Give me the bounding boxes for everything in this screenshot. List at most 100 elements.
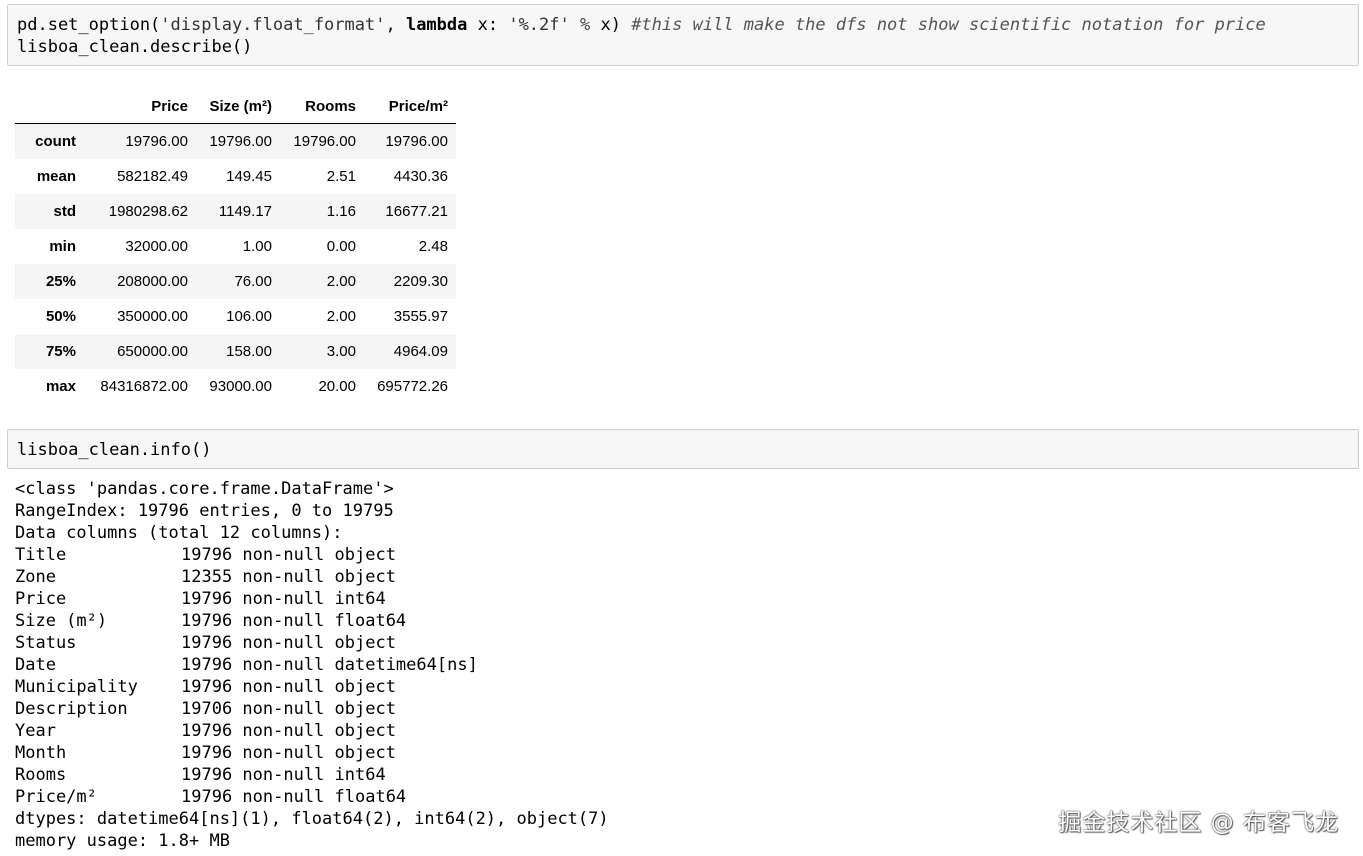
info-column-row: Zone 12355 non-null object <box>15 567 396 587</box>
table-cell: 84316872.00 <box>100 378 188 395</box>
table-cell: 208000.00 <box>117 273 188 290</box>
info-column-desc: 19706 non-null object <box>181 699 396 719</box>
info-column-row: Price/m² 19796 non-null float64 <box>15 787 406 807</box>
table-cell: 32000.00 <box>125 238 188 255</box>
info-column-desc: 19796 non-null int64 <box>181 765 386 785</box>
table-cell: 3.00 <box>326 343 356 360</box>
table-row: max 84316872.00 93000.00 20.00 695772.26 <box>15 369 456 404</box>
output-line: RangeIndex: 19796 entries, 0 to 19795 <box>15 501 394 521</box>
info-output: <class 'pandas.core.frame.DataFrame'> Ra… <box>15 478 609 852</box>
info-column-desc: 12355 non-null object <box>181 567 396 587</box>
info-column-desc: 19796 non-null int64 <box>181 589 386 609</box>
info-column-name: Description <box>15 699 128 719</box>
table-cell: 1980298.62 <box>108 203 188 220</box>
code-token: pd.set_option( <box>17 15 161 35</box>
code-keyword: lambda <box>405 15 468 35</box>
output-line: memory usage: 1.8+ MB <box>15 831 230 851</box>
info-column-name: Year <box>15 721 56 741</box>
table-header-row: Price Size (m²) Rooms Price/m² <box>15 89 456 124</box>
table-cell: 20.00 <box>318 378 356 395</box>
output-line: <class 'pandas.core.frame.DataFrame'> <box>15 479 394 499</box>
info-column-row: Title 19796 non-null object <box>15 545 396 565</box>
row-label: 50% <box>45 308 76 325</box>
table-cell: 2209.30 <box>393 273 448 290</box>
code-line: lisboa_clean.info() <box>17 440 212 460</box>
index-header <box>15 89 84 124</box>
info-column-name: Zone <box>15 567 56 587</box>
info-column-name: Size (m²) <box>15 611 108 631</box>
info-column-row: Status 19796 non-null object <box>15 633 396 653</box>
table-cell: 19796.00 <box>209 133 272 150</box>
info-column-row: Price 19796 non-null int64 <box>15 589 386 609</box>
code-line: lisboa_clean.describe() <box>17 37 253 57</box>
table-cell: 3555.97 <box>393 308 448 325</box>
table-cell: 695772.26 <box>377 378 448 395</box>
row-label: min <box>49 238 76 255</box>
table-row: count 19796.00 19796.00 19796.00 19796.0… <box>15 123 456 159</box>
table-cell: 582182.49 <box>117 168 188 185</box>
code-editor[interactable]: lisboa_clean.info() <box>8 430 1358 470</box>
table-row: 25% 208000.00 76.00 2.00 2209.30 <box>15 264 456 299</box>
code-comment: #this will make the dfs not show scienti… <box>631 15 1266 35</box>
table-cell: 93000.00 <box>209 378 272 395</box>
info-column-desc: 19796 non-null float64 <box>181 787 407 807</box>
column-header: Size (m²) <box>196 89 280 124</box>
row-label: count <box>35 133 76 150</box>
code-string: '%.2f' <box>508 15 570 35</box>
code-editor[interactable]: pd.set_option('display.float_format', la… <box>8 5 1358 67</box>
table-cell: 16677.21 <box>385 203 448 220</box>
code-token: x: <box>467 15 509 35</box>
table-row: std 1980298.62 1149.17 1.16 16677.21 <box>15 194 456 229</box>
table-row: 50% 350000.00 106.00 2.00 3555.97 <box>15 299 456 334</box>
info-column-row: Year 19796 non-null object <box>15 721 396 741</box>
table-cell: 2.48 <box>418 238 448 255</box>
code-string: 'display.float_format' <box>160 15 386 35</box>
table-cell: 2.51 <box>326 168 356 185</box>
code-cell-set-option[interactable]: pd.set_option('display.float_format', la… <box>7 4 1359 66</box>
table-row: 75% 650000.00 158.00 3.00 4964.09 <box>15 334 456 369</box>
row-label: 25% <box>45 273 76 290</box>
table-row: mean 582182.49 149.45 2.51 4430.36 <box>15 159 456 194</box>
info-column-desc: 19796 non-null object <box>181 633 396 653</box>
table-cell: 2.00 <box>326 308 356 325</box>
info-column-name: Status <box>15 633 77 653</box>
code-operator: % <box>569 15 601 35</box>
table-cell: 19796.00 <box>385 133 448 150</box>
table-cell: 1.00 <box>242 238 272 255</box>
info-column-row: Municipality 19796 non-null object <box>15 677 396 697</box>
output-line: Data columns (total 12 columns): <box>15 523 343 543</box>
info-column-name: Rooms <box>15 765 67 785</box>
row-label: 75% <box>45 343 76 360</box>
table-cell: 19796.00 <box>293 133 356 150</box>
table-cell: 0.00 <box>326 238 356 255</box>
info-column-name: Price/m² <box>15 787 97 807</box>
info-column-desc: 19796 non-null float64 <box>181 611 407 631</box>
describe-table: Price Size (m²) Rooms Price/m² count 197… <box>15 89 456 404</box>
table-cell: 158.00 <box>226 343 272 360</box>
info-column-desc: 19796 non-null object <box>181 743 396 763</box>
info-column-row: Description 19706 non-null object <box>15 699 396 719</box>
table-row: min 32000.00 1.00 0.00 2.48 <box>15 229 456 264</box>
table-cell: 2.00 <box>326 273 356 290</box>
output-line: dtypes: datetime64[ns](1), float64(2), i… <box>15 809 609 829</box>
watermark: 掘金技术社区 @ 布客飞龙 <box>1058 810 1339 836</box>
info-column-row: Size (m²) 19796 non-null float64 <box>15 611 406 631</box>
table-cell: 76.00 <box>234 273 272 290</box>
info-column-name: Title <box>15 545 67 565</box>
row-label: std <box>53 203 77 220</box>
info-column-desc: 19796 non-null object <box>181 721 396 741</box>
info-column-name: Date <box>15 655 56 675</box>
table-cell: 19796.00 <box>125 133 188 150</box>
table-cell: 1149.17 <box>218 203 272 220</box>
info-column-row: Date 19796 non-null datetime64[ns] <box>15 655 478 675</box>
table-cell: 1.16 <box>326 203 356 220</box>
code-token: x) <box>600 15 632 35</box>
info-column-desc: 19796 non-null object <box>181 677 396 697</box>
code-cell-info[interactable]: lisboa_clean.info() <box>7 429 1359 469</box>
info-column-name: Price <box>15 589 67 609</box>
column-header: Price/m² <box>364 89 456 124</box>
column-header: Rooms <box>280 89 364 124</box>
info-column-desc: 19796 non-null datetime64[ns] <box>181 655 478 675</box>
info-column-row: Rooms 19796 non-null int64 <box>15 765 386 785</box>
info-column-name: Municipality <box>15 677 138 697</box>
